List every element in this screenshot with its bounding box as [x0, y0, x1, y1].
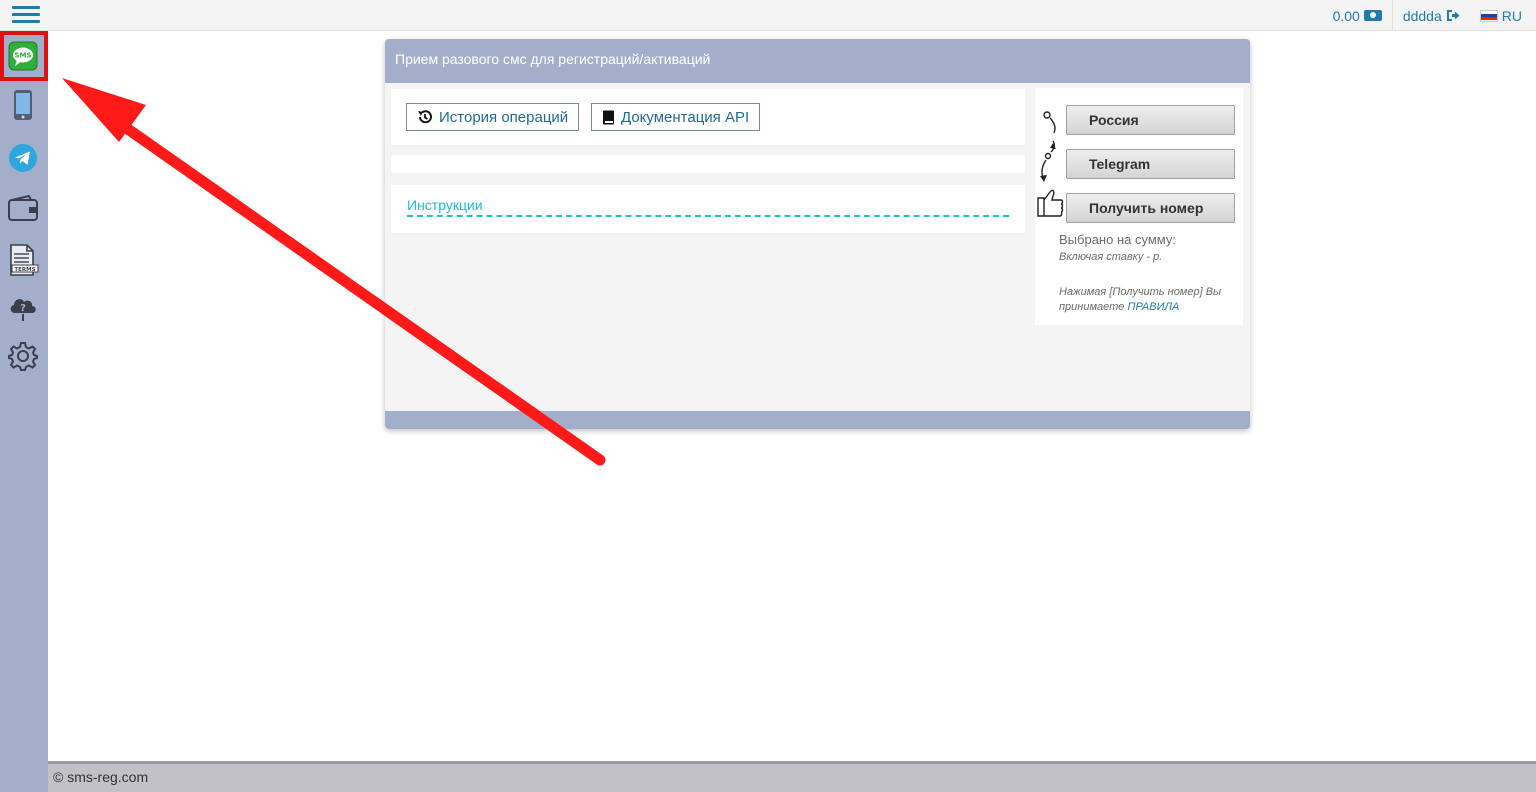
- api-docs-button[interactable]: Документация API: [591, 103, 761, 131]
- sidebar: SMS TERMS ?: [0, 31, 48, 792]
- empty-row: [391, 155, 1025, 173]
- book-icon: [603, 110, 614, 124]
- language-code: RU: [1501, 7, 1522, 24]
- steps-arrow-icon: [1037, 111, 1064, 217]
- sidebar-item-wallet[interactable]: [6, 192, 40, 226]
- sidebar-item-documents[interactable]: TERMS: [6, 243, 40, 277]
- telegram-icon: [9, 144, 37, 172]
- user-logout[interactable]: dddda: [1393, 0, 1470, 31]
- including-rate: Включая ставку - р.: [1059, 251, 1163, 263]
- svg-text:?: ?: [20, 303, 26, 314]
- language-selector[interactable]: RU: [1470, 0, 1522, 31]
- instructions-box: Инструкции: [391, 185, 1025, 233]
- get-number-button[interactable]: Получить номер: [1066, 193, 1235, 223]
- panel-title: Прием разового смс для регистраций/актив…: [385, 39, 1250, 83]
- svg-text:SMS: SMS: [14, 52, 31, 60]
- svg-text:TERMS: TERMS: [14, 267, 35, 273]
- sidebar-item-phone[interactable]: [6, 88, 40, 122]
- rules-link[interactable]: ПРАВИЛА: [1127, 301, 1179, 313]
- wallet-icon: [8, 195, 38, 221]
- top-right-controls: 0.00 dddda RU: [1323, 0, 1522, 31]
- sidebar-item-settings[interactable]: [6, 339, 40, 373]
- cash-icon: [1363, 10, 1382, 21]
- selected-sum: Выбрано на сумму:: [1059, 232, 1176, 247]
- order-box: Россия Telegram Получить номер Выбрано н…: [1035, 88, 1243, 325]
- russia-flag-icon: [1479, 9, 1498, 22]
- toolbar-box: История операций Документация API: [391, 89, 1025, 145]
- sms-order-panel: Прием разового смс для регистраций/актив…: [385, 39, 1250, 429]
- history-button-label: История операций: [439, 108, 569, 126]
- menu-icon[interactable]: [12, 6, 40, 24]
- username: dddda: [1402, 7, 1442, 24]
- balance[interactable]: 0.00: [1323, 0, 1392, 31]
- sidebar-item-help[interactable]: ?: [6, 291, 40, 325]
- gear-icon: [8, 342, 38, 371]
- panel-footer: [385, 411, 1250, 429]
- agreement-text: Нажимая [Получить номер] Вы принимаете П…: [1059, 285, 1239, 315]
- sms-icon: SMS: [8, 41, 38, 71]
- phone-icon: [14, 90, 32, 120]
- logout-icon: [1446, 10, 1460, 21]
- balance-value: 0.00: [1332, 7, 1360, 24]
- copyright: © sms-reg.com: [53, 769, 149, 785]
- sidebar-item-sms[interactable]: SMS: [6, 39, 40, 73]
- service-button[interactable]: Telegram: [1066, 149, 1235, 179]
- country-button[interactable]: Россия: [1066, 105, 1235, 135]
- document-icon: TERMS: [10, 244, 39, 276]
- history-button[interactable]: История операций: [406, 103, 580, 131]
- page-footer: © sms-reg.com: [48, 761, 1536, 792]
- top-bar: 0.00 dddda RU: [0, 0, 1536, 31]
- history-icon: [418, 110, 432, 124]
- sidebar-item-telegram[interactable]: [6, 141, 40, 175]
- api-docs-button-label: Документация API: [621, 108, 750, 126]
- cloud-help-icon: ?: [10, 299, 36, 321]
- instructions-link[interactable]: Инструкции: [407, 197, 1009, 217]
